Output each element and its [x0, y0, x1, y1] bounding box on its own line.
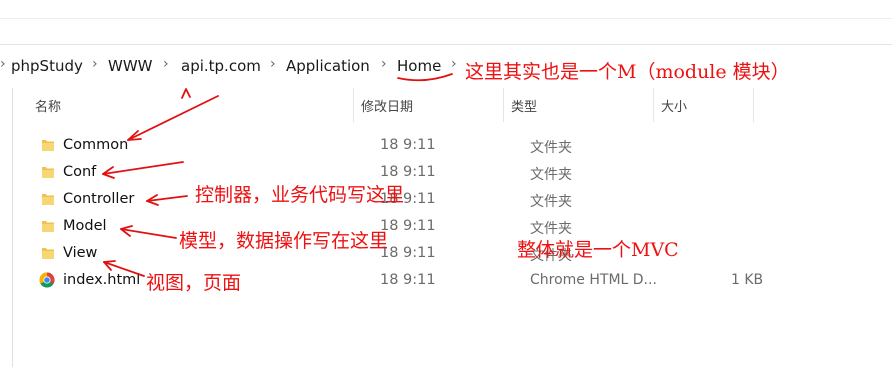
annotation-home: 这里其实也是一个M（module 模块）: [465, 61, 790, 83]
home-underline: [397, 73, 453, 82]
arrow-common: [127, 95, 219, 141]
arrow-model: [120, 228, 177, 239]
caret-mark: [181, 88, 191, 99]
annotation-arrows: [102, 73, 453, 277]
annotation-mvc: 整体就是一个MVC: [517, 239, 679, 261]
annotation-controller: 控制器，业务代码写这里: [195, 184, 405, 206]
arrow-conf: [102, 161, 184, 175]
annotation-view: 视图，页面: [146, 272, 242, 294]
annotation-model: 模型，数据操作写在这里: [179, 230, 389, 252]
